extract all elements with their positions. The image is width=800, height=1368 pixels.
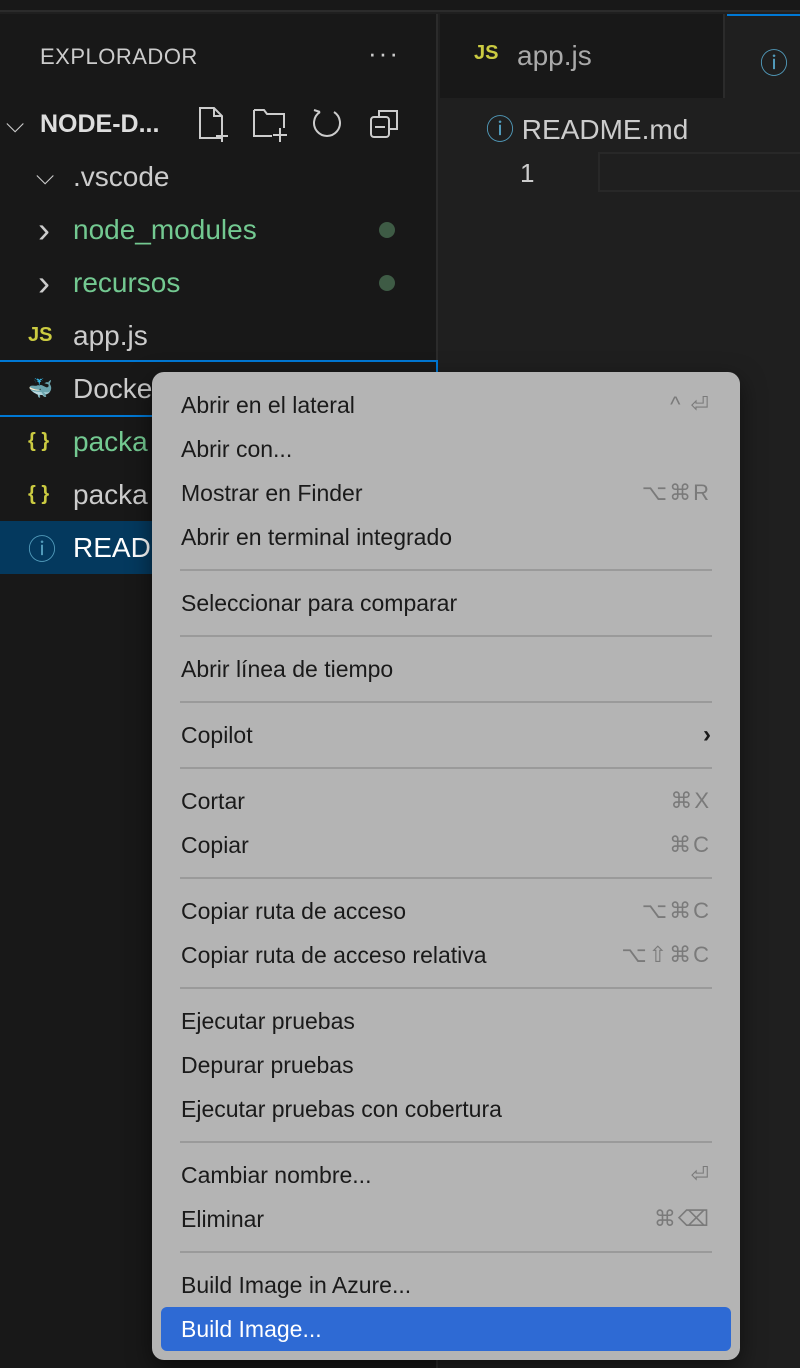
menu-separator (180, 1241, 712, 1263)
menu-item[interactable]: Cortar ⌘X (161, 779, 731, 823)
menu-item[interactable]: Eliminar ⌘⌫ (161, 1197, 731, 1241)
explorer-title: EXPLORADOR (40, 44, 198, 69)
menu-item-label: Ejecutar pruebas con cobertura (181, 1095, 502, 1122)
menu-item[interactable]: Copiar ⌘C (161, 823, 731, 867)
menu-item-label: Copiar (181, 831, 249, 858)
tree-item[interactable]: JS app.js (0, 309, 436, 362)
tree-item[interactable]: › node_modules (0, 203, 436, 256)
git-status-dot (379, 221, 395, 238)
menu-item-label: Ejecutar pruebas (181, 1007, 355, 1034)
menu-item-label: Copilot (181, 721, 253, 748)
line-number: 1 (520, 158, 535, 188)
chevron-down-icon: ⌵ (36, 162, 55, 190)
git-status-dot (379, 274, 395, 291)
menu-item[interactable]: Copilot › (161, 713, 731, 757)
menu-item[interactable]: Cambiar nombre... ⏎ (161, 1153, 731, 1197)
js-icon: JS (28, 324, 53, 346)
chevron-right-icon: › (38, 208, 50, 250)
chevron-right-icon: › (703, 721, 711, 748)
chevron-down-icon: ⌵ (6, 110, 25, 138)
shortcut-label: ⌘⌫ (653, 1206, 711, 1231)
menu-item[interactable]: Depurar pruebas (161, 1043, 731, 1087)
tree-item-label: packa (73, 425, 148, 457)
menu-item-label: Eliminar (181, 1205, 265, 1232)
menu-item-label: Abrir con... (181, 435, 293, 462)
menu-item[interactable]: Copiar ruta de acceso relativa ⌥⇧⌘C (161, 933, 731, 977)
shortcut-label: ⌥⇧⌘C (621, 942, 711, 967)
menu-item[interactable]: Seleccionar para comparar (161, 581, 731, 625)
menu-item-label: Mostrar en Finder (181, 479, 363, 506)
tab-label: app.js (517, 40, 592, 71)
breadcrumb-file: README.md (521, 114, 689, 145)
tree-item-label: app.js (73, 319, 148, 351)
menu-item[interactable]: Abrir línea de tiempo (161, 647, 731, 691)
chevron-right-icon: › (38, 261, 50, 303)
menu-item-label: Seleccionar para comparar (181, 589, 458, 616)
info-icon: ⓘ (760, 48, 789, 79)
shortcut-label: ⌥⌘R (641, 480, 711, 505)
info-icon: ⓘ (486, 114, 515, 145)
menu-item-label: Build Image in Azure... (181, 1271, 412, 1298)
folder-name: NODE-D... (40, 110, 160, 138)
shortcut-label: ⌘X (670, 788, 711, 813)
title-bar (0, 0, 800, 12)
menu-item-label: Cambiar nombre... (181, 1161, 372, 1188)
tab-readme[interactable]: ⓘ (727, 14, 800, 98)
menu-item[interactable]: Abrir en terminal integrado (161, 515, 731, 559)
tree-item-label: recursos (73, 266, 181, 298)
current-line-highlight (598, 152, 800, 192)
shortcut-label: ⌘C (669, 832, 711, 857)
js-file-icon: JS (474, 42, 499, 64)
tree-item-label: .vscode (73, 160, 170, 192)
new-file-icon[interactable] (196, 106, 232, 142)
menu-item[interactable]: Ejecutar pruebas (161, 999, 731, 1043)
menu-item-label: Copiar ruta de acceso (181, 897, 407, 924)
menu-separator (180, 1131, 712, 1153)
info-icon: ⓘ (28, 533, 57, 565)
menu-item-label: Copiar ruta de acceso relativa (181, 941, 487, 968)
json-icon: { } (28, 430, 50, 452)
more-actions-icon[interactable]: ··· (368, 38, 400, 69)
tree-item-label: packa (73, 478, 148, 510)
menu-separator (180, 757, 712, 779)
menu-separator (180, 559, 712, 581)
shortcut-label: ⌥⌘C (641, 898, 711, 923)
refresh-icon[interactable] (310, 106, 344, 140)
tree-item-label: Docke (73, 372, 153, 404)
tree-item[interactable]: › recursos (0, 256, 436, 309)
menu-item[interactable]: Copiar ruta de acceso ⌥⌘C (161, 889, 731, 933)
menu-separator (180, 867, 712, 889)
menu-item-label: Cortar (181, 787, 245, 814)
tree-item[interactable]: ⌵ .vscode (0, 150, 436, 203)
menu-separator (180, 977, 712, 999)
shortcut-label: ⏎ (690, 1162, 711, 1187)
tab-app-js[interactable]: JS app.js (440, 14, 725, 98)
docker-icon: 🐳 (28, 378, 53, 400)
menu-item[interactable]: Ejecutar pruebas con cobertura (161, 1087, 731, 1131)
menu-item-label: Abrir línea de tiempo (181, 655, 394, 682)
new-folder-icon[interactable] (252, 106, 290, 142)
shortcut-label: ^ ⏎ (670, 392, 711, 417)
json-icon: { } (28, 483, 50, 505)
menu-item[interactable]: Build Image in Azure... (161, 1263, 731, 1307)
menu-item-label: Abrir en terminal integrado (181, 523, 453, 550)
tree-item-label: node_modules (73, 213, 257, 245)
menu-separator (180, 691, 712, 713)
menu-item[interactable]: Build Image... (161, 1307, 731, 1351)
menu-item[interactable]: Abrir en el lateral ^ ⏎ (161, 383, 731, 427)
menu-item[interactable]: Abrir con... (161, 427, 731, 471)
menu-item-label: Abrir en el lateral (181, 391, 355, 418)
tree-item-label: READ (73, 531, 151, 563)
collapse-all-icon[interactable] (368, 106, 402, 140)
menu-item-label: Build Image... (181, 1315, 322, 1342)
menu-separator (180, 625, 712, 647)
context-menu: Abrir en el lateral ^ ⏎ Abrir con... Mostra… (152, 372, 740, 1360)
menu-item-label: Depurar pruebas (181, 1051, 354, 1078)
breadcrumb[interactable]: ⓘ README.md (486, 108, 688, 148)
menu-item[interactable]: Mostrar en Finder ⌥⌘R (161, 471, 731, 515)
